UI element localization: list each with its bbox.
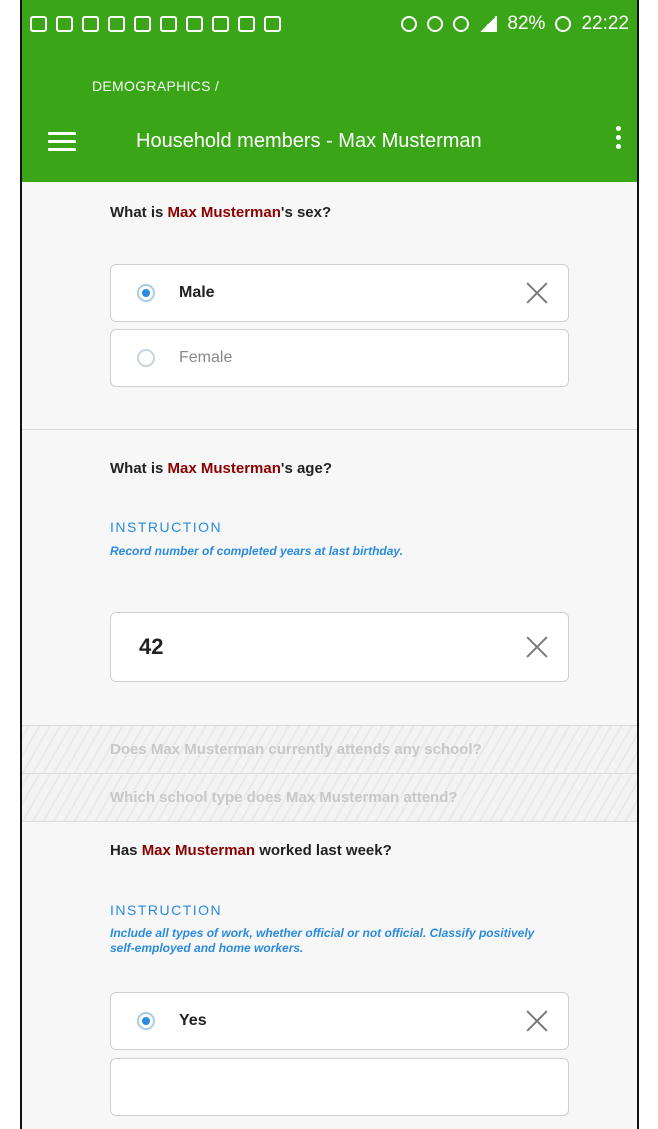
radio-checked-icon[interactable] (137, 1012, 155, 1030)
download-icon (82, 16, 99, 32)
signal-icon (479, 16, 498, 32)
bluetooth-icon (401, 16, 418, 32)
disabled-question-text: Does Max Musterman currently attends any… (110, 741, 482, 758)
instruction-label: INSTRUCTION (110, 519, 223, 535)
age-value: 42 (139, 634, 164, 659)
option-label: Yes (179, 1012, 207, 1029)
system-icons: 82% 22:22 (401, 13, 629, 35)
briefcase-icon (264, 16, 281, 32)
download-icon (134, 16, 151, 32)
question-title: What is Max Musterman's age? (110, 460, 332, 477)
clear-icon[interactable] (526, 282, 548, 304)
question-title: What is Max Musterman's sex? (110, 204, 332, 221)
question-sex: What is Max Musterman's sex? Male Female (22, 182, 637, 430)
disabled-question: Does Max Musterman currently attends any… (22, 726, 637, 774)
disabled-question-text: Which school type does Max Musterman att… (110, 789, 458, 806)
clock: 22:22 (581, 13, 629, 34)
clear-icon[interactable] (526, 636, 548, 658)
option-label: Female (179, 349, 233, 366)
disabled-question: Which school type does Max Musterman att… (22, 774, 637, 822)
option-male[interactable]: Male (110, 264, 569, 322)
sync-icon (212, 16, 229, 32)
battery-percent: 82% (507, 13, 546, 34)
alarm-icon (453, 16, 470, 32)
mail-icon (108, 16, 125, 32)
option-female[interactable]: Female (110, 329, 569, 387)
wifi-icon (30, 16, 47, 32)
phone-screen: 82% 22:22 DEMOGRAPHICS / Household membe… (20, 0, 639, 1129)
instruction-text: Record number of completed years at last… (110, 544, 403, 558)
app-bar: DEMOGRAPHICS / Household members - Max M… (22, 48, 637, 182)
instruction-label: INSTRUCTION (110, 902, 223, 918)
radio-unchecked-icon[interactable] (137, 349, 155, 367)
notification-icons (30, 16, 281, 32)
page-title: Household members - Max Musterman (136, 130, 482, 152)
radio-checked-icon[interactable] (137, 284, 155, 302)
wifi-icon (238, 16, 255, 32)
age-input[interactable]: 42 (110, 612, 569, 682)
notification-icon (56, 16, 73, 32)
breadcrumb[interactable]: DEMOGRAPHICS / (92, 78, 219, 94)
option-label: Male (179, 284, 215, 301)
battery-icon (555, 16, 572, 32)
status-bar: 82% 22:22 (22, 0, 637, 48)
calendar-icon (186, 16, 203, 32)
mute-icon (427, 16, 444, 32)
menu-icon[interactable] (48, 132, 76, 152)
question-title: Has Max Musterman worked last week? (110, 842, 392, 859)
question-work: Has Max Musterman worked last week? INST… (22, 822, 637, 1116)
question-age: What is Max Musterman's age? INSTRUCTION… (22, 430, 637, 726)
more-options-icon[interactable] (613, 126, 623, 156)
upload-icon (160, 16, 177, 32)
instruction-text: Include all types of work, whether offic… (110, 926, 535, 955)
option-no[interactable] (110, 1058, 569, 1116)
option-yes[interactable]: Yes (110, 992, 569, 1050)
clear-icon[interactable] (526, 1010, 548, 1032)
